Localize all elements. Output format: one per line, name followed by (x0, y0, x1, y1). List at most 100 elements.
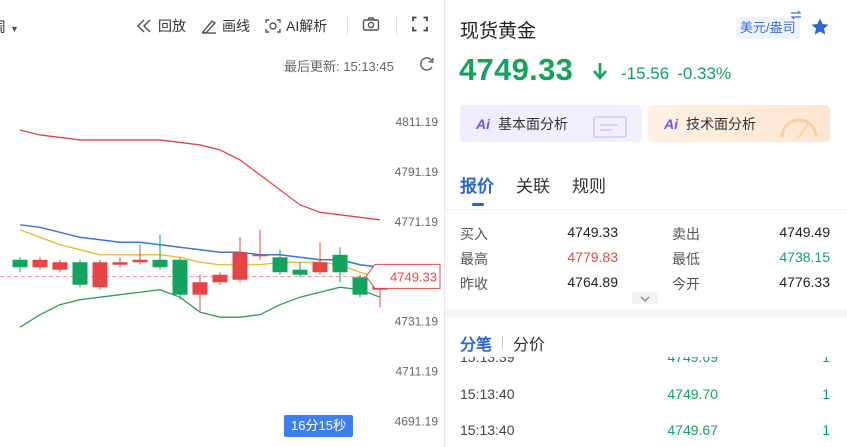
tick-time: 15:13:39 (460, 357, 515, 365)
candle-body (112, 262, 128, 265)
candle-countdown: 16分15秒 (284, 415, 353, 437)
tick-price: 4749.70 (667, 386, 718, 402)
candle-body (252, 254, 268, 257)
pen-icon (201, 20, 217, 34)
quote-panel: 现货黄金 美元/盎司 4749.33 -15.56 -0.33% Ai 基本面分析… (445, 0, 847, 447)
tick-price: 4749.69 (667, 357, 718, 365)
sub-tab-divider (502, 336, 504, 350)
last-updated-time: 15:13:45 (343, 59, 394, 74)
switch-icon[interactable] (790, 10, 802, 22)
candle-body (292, 269, 308, 275)
tab-ticks[interactable]: 分笔 (460, 331, 492, 355)
tick-price: 4749.67 (667, 422, 718, 438)
fundamental-analysis-label: 基本面分析 (498, 115, 568, 132)
candle-body (232, 252, 248, 280)
document-illustration-icon (593, 116, 627, 138)
tick-volume: 1 (822, 357, 830, 365)
low-value: 4738.15 (779, 249, 830, 265)
tick-list[interactable]: 15:13:39 4749.69 1 15:13:40 4749.70 1 15… (460, 357, 830, 447)
period-selector[interactable]: 周▼ (0, 17, 19, 37)
ask-value: 4749.49 (779, 224, 830, 240)
toolbar-divider (347, 17, 348, 35)
expand-quote-button[interactable] (632, 292, 658, 304)
y-tick-label: 4771.19 (395, 215, 439, 229)
candle-body (52, 262, 68, 270)
section-divider (445, 309, 847, 317)
last-updated: 最后更新: 15:13:45 (284, 56, 394, 75)
candle-body (172, 259, 188, 295)
open-value: 4776.33 (779, 274, 830, 290)
price-change: -15.56 -0.33% (621, 64, 739, 84)
quote-row: 买入 4749.33 卖出 4749.49 (460, 224, 830, 248)
ai-analysis-button[interactable]: AI解析 (264, 16, 327, 36)
favorite-star-icon[interactable] (810, 17, 830, 42)
candle-body (72, 262, 88, 285)
scan-icon (265, 19, 281, 33)
candle-body (272, 257, 288, 273)
ai-logo-icon: Ai (476, 115, 490, 132)
ai-logo-icon: Ai (664, 115, 678, 132)
last-updated-label: 最后更新: (284, 59, 340, 74)
ask-label: 卖出 (672, 226, 700, 242)
high-value: 4779.83 (567, 249, 618, 265)
tick-volume: 1 (822, 422, 830, 438)
camera-icon (362, 17, 380, 31)
candle-body (212, 274, 228, 283)
tick-time: 15:13:40 (460, 386, 515, 402)
price-tag-label: 4749.33 (390, 269, 437, 284)
technical-analysis-card[interactable]: Ai 技术面分析 (648, 105, 830, 142)
trade-tabs: 分笔 分价 (460, 331, 545, 355)
period-label: 周 (0, 19, 6, 35)
rewind-icon (136, 19, 151, 33)
prev-close-label: 昨收 (460, 276, 488, 292)
screenshot-button[interactable] (362, 16, 380, 32)
app-root: 4811.194791.194771.194751.194731.194711.… (0, 0, 847, 447)
tabs-divider (445, 209, 847, 210)
chevron-down-icon (640, 296, 650, 302)
quote-tabs: 报价 关联 规则 (460, 172, 606, 197)
down-arrow-icon (592, 62, 608, 85)
change-value: -15.56 (621, 64, 670, 83)
draw-line-button[interactable]: 画线 (200, 16, 250, 36)
y-tick-label: 4811.19 (396, 115, 439, 129)
candle-body (92, 262, 108, 288)
prev-close-value: 4764.89 (567, 274, 618, 290)
fullscreen-button[interactable] (411, 16, 429, 32)
bid-value: 4749.33 (567, 224, 618, 240)
replay-button[interactable]: 回放 (136, 16, 186, 36)
low-label: 最低 (672, 251, 700, 267)
chart-panel: 4811.194791.194771.194751.194731.194711.… (0, 0, 444, 447)
y-tick-label: 4691.19 (395, 415, 439, 429)
current-price: 4749.33 (459, 52, 574, 87)
open-label: 今开 (672, 276, 700, 292)
candle-body (132, 259, 148, 263)
list-item: 15:13:40 4749.70 1 (460, 386, 830, 406)
candle-body (12, 259, 28, 268)
chart-toolbar: 周▼ 回放 画线 AI解析 (0, 0, 444, 50)
technical-analysis-label: 技术面分析 (686, 115, 756, 132)
candle-body (192, 282, 208, 295)
draw-line-label: 画线 (222, 18, 250, 34)
refresh-button[interactable] (419, 56, 435, 77)
y-tick-label: 4711.19 (396, 365, 439, 379)
refresh-icon (420, 57, 434, 71)
replay-label: 回放 (158, 18, 186, 34)
asset-name: 现货黄金 (460, 21, 537, 42)
tab-rules[interactable]: 规则 (572, 172, 606, 197)
band-upper-line (19, 129, 381, 221)
tab-price-distribution[interactable]: 分价 (513, 331, 545, 355)
tab-quote[interactable]: 报价 (460, 172, 494, 197)
gauge-illustration-icon (780, 118, 818, 138)
list-item: 15:13:39 4749.69 1 (460, 357, 830, 369)
candle-body (152, 259, 168, 268)
ai-analysis-label: AI解析 (286, 18, 328, 34)
fundamental-analysis-card[interactable]: Ai 基本面分析 (460, 105, 642, 142)
ma-blue-line (19, 224, 381, 268)
change-percent: -0.33% (677, 64, 732, 83)
tab-related[interactable]: 关联 (516, 172, 550, 197)
tick-time: 15:13:40 (460, 422, 515, 438)
bid-label: 买入 (460, 226, 488, 242)
candle-body (32, 259, 48, 268)
toolbar-divider (396, 17, 397, 35)
chevron-down-icon: ▼ (10, 24, 19, 34)
